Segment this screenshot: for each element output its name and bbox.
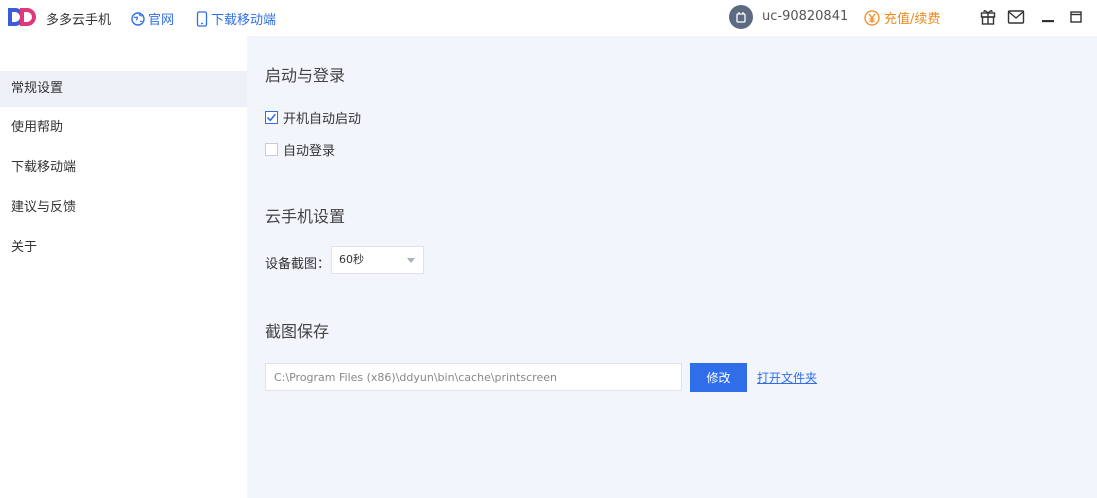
open-folder-link[interactable]: 打开文件夹 xyxy=(757,369,817,386)
title-bar: 多多云手机 官网 下载移动端 uc-90820841 充值/续费 xyxy=(0,0,1097,36)
minimize-icon xyxy=(1042,20,1054,23)
minimize-button[interactable] xyxy=(1038,7,1058,27)
auto-start-label: 开机自动启动 xyxy=(283,112,362,127)
screenshot-interval-value: 60秒 xyxy=(339,253,364,266)
app-logo-icon xyxy=(8,8,36,26)
phone-icon xyxy=(196,10,208,27)
official-site-link[interactable]: 官网 xyxy=(131,9,174,28)
settings-panel: 启动与登录 开机自动启动 自动登录 云手机设置 设备截图： 60秒 截图保存 修… xyxy=(247,36,1097,498)
maximize-button[interactable] xyxy=(1066,7,1086,27)
gift-button[interactable] xyxy=(978,7,998,27)
sidebar-item-help[interactable]: 使用帮助 xyxy=(0,110,247,146)
chevron-down-icon xyxy=(407,258,415,263)
gift-icon xyxy=(980,10,996,25)
mail-icon xyxy=(1007,10,1025,24)
user-icon xyxy=(736,12,746,23)
sidebar-item-about[interactable]: 关于 xyxy=(0,230,247,266)
screenshot-interval-label: 设备截图： xyxy=(265,257,331,272)
globe-icon xyxy=(131,11,145,26)
section-title-cloud-phone: 云手机设置 xyxy=(265,207,346,226)
download-mobile-link[interactable]: 下载移动端 xyxy=(196,9,276,28)
auto-start-checkbox[interactable] xyxy=(265,111,278,124)
sidebar-item-feedback[interactable]: 建议与反馈 xyxy=(0,190,247,226)
auto-start-option[interactable]: 开机自动启动 xyxy=(265,108,361,127)
official-site-label: 官网 xyxy=(148,13,175,28)
mail-button[interactable] xyxy=(1006,7,1026,27)
yen-coin-icon xyxy=(864,9,880,26)
auto-login-option[interactable]: 自动登录 xyxy=(265,140,335,159)
sidebar-item-general-settings[interactable]: 常规设置 xyxy=(0,71,247,107)
section-title-screenshot-save: 截图保存 xyxy=(265,322,330,341)
app-title: 多多云手机 xyxy=(46,13,112,28)
checkmark-icon xyxy=(266,113,276,122)
auto-login-checkbox[interactable] xyxy=(265,143,278,156)
sidebar-item-download-mobile[interactable]: 下载移动端 xyxy=(0,150,247,186)
screenshot-interval-select[interactable]: 60秒 xyxy=(331,246,424,274)
recharge-label: 充值/续费 xyxy=(884,12,941,27)
recharge-link[interactable]: 充值/续费 xyxy=(864,8,940,27)
username: uc-90820841 xyxy=(762,9,849,24)
download-mobile-label: 下载移动端 xyxy=(211,13,277,28)
maximize-icon xyxy=(1070,11,1082,23)
save-path-input[interactable] xyxy=(265,363,682,391)
avatar[interactable] xyxy=(729,5,753,29)
sidebar: 常规设置 使用帮助 下载移动端 建议与反馈 关于 xyxy=(0,36,247,498)
auto-login-label: 自动登录 xyxy=(283,144,336,159)
modify-button[interactable]: 修改 xyxy=(690,363,747,392)
section-title-startup: 启动与登录 xyxy=(265,66,346,85)
